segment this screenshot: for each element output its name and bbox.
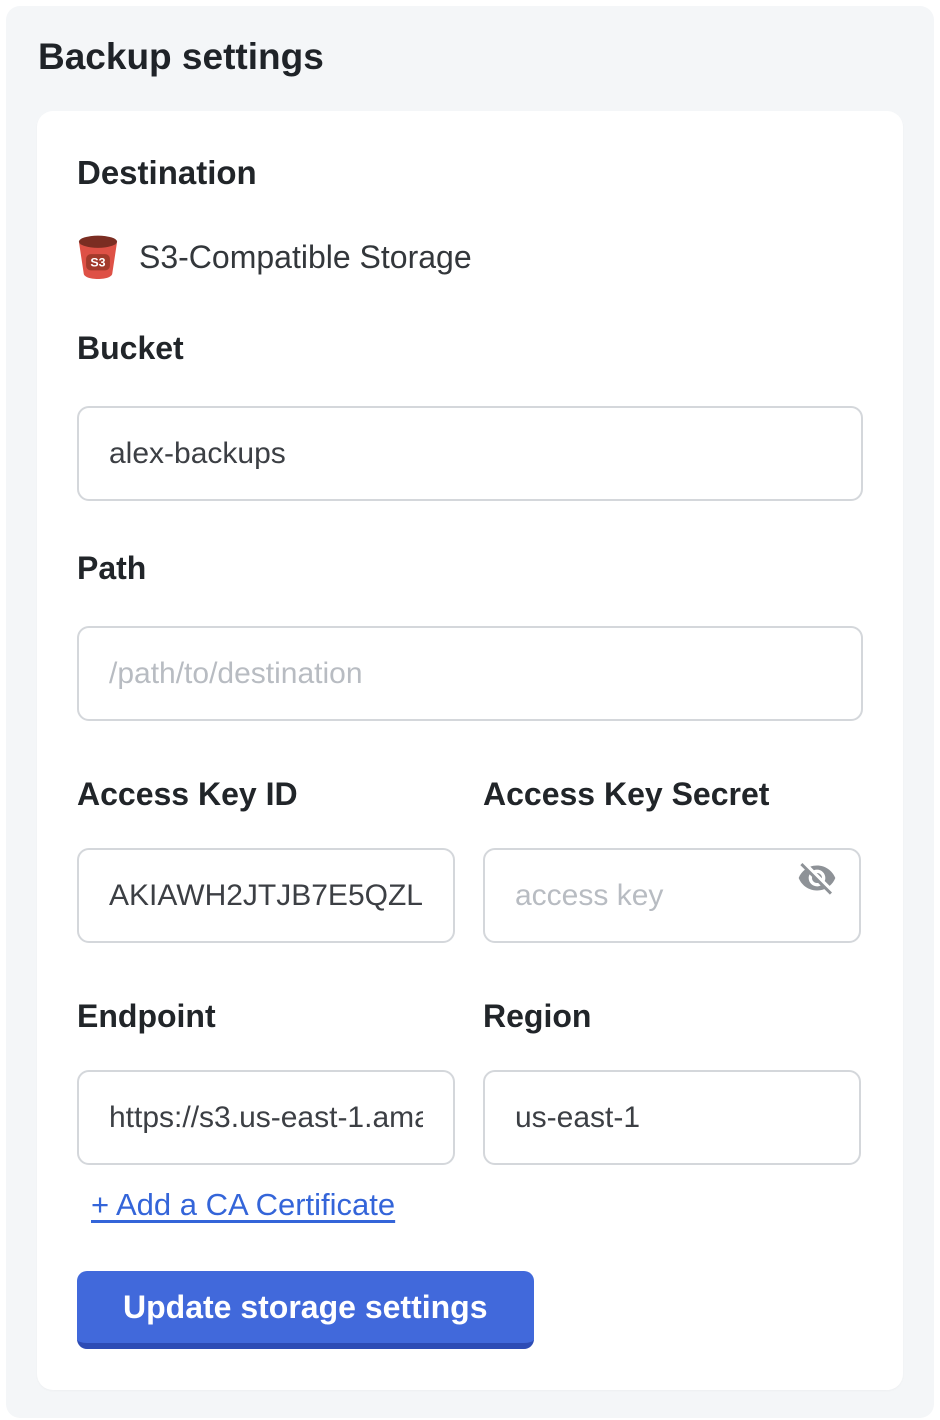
region-input[interactable] [483, 1070, 861, 1165]
add-ca-certificate-link[interactable]: + Add a CA Certificate [91, 1187, 395, 1223]
access-key-id-label: Access Key ID [77, 776, 455, 812]
endpoint-input[interactable] [77, 1070, 455, 1165]
endpoint-region-labels-row: Endpoint Region [77, 943, 863, 1034]
endpoint-region-inputs-row [77, 1034, 863, 1165]
path-label: Path [77, 550, 863, 586]
s3-bucket-icon: S3 [77, 234, 119, 280]
eye-off-icon [797, 886, 837, 901]
update-storage-settings-button[interactable]: Update storage settings [77, 1271, 534, 1349]
region-label: Region [483, 998, 861, 1034]
access-key-secret-label: Access Key Secret [483, 776, 861, 812]
access-key-labels-row: Access Key ID Access Key Secret [77, 721, 863, 812]
svg-text:S3: S3 [90, 256, 105, 270]
page-title: Backup settings [38, 36, 934, 78]
path-input[interactable] [77, 626, 863, 721]
toggle-secret-visibility-button[interactable] [797, 858, 837, 898]
bucket-input[interactable] [77, 406, 863, 501]
destination-heading: Destination [77, 155, 863, 191]
bucket-label: Bucket [77, 330, 863, 366]
destination-value: S3-Compatible Storage [139, 239, 472, 276]
endpoint-label: Endpoint [77, 998, 455, 1034]
backup-settings-card: Destination S3 S3-Compatible Storage Buc… [37, 111, 903, 1390]
destination-row: S3 S3-Compatible Storage [77, 233, 863, 281]
access-key-secret-field [483, 812, 861, 943]
access-key-id-input[interactable] [77, 848, 455, 943]
settings-panel: Backup settings Destination S3 S3-Compat… [6, 6, 934, 1418]
access-key-inputs-row [77, 812, 863, 943]
